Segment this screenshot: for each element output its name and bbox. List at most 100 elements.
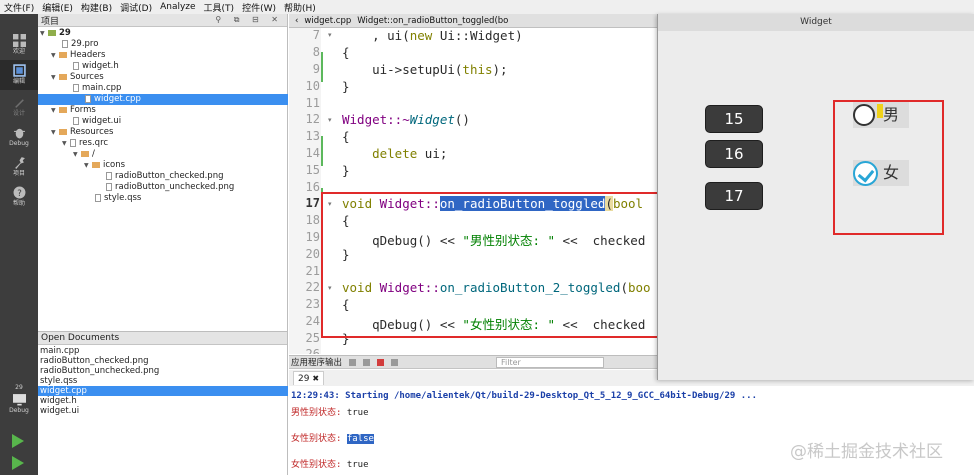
tree-item-file[interactable]: widget.ui [73,116,121,127]
output-tab[interactable]: 29 ✖ [293,371,325,385]
open-document-item[interactable]: widget.ui [40,406,79,416]
monitor-icon [12,394,26,406]
change-marker [321,136,323,166]
line-number: 13 [305,129,320,143]
output-pane-header: 应用程序输出 Filter [289,355,657,369]
editor-file-tab[interactable]: widget.cpp [304,16,351,26]
mode-label: 帮助 [12,200,25,207]
run-icon[interactable] [12,434,24,448]
open-document-item[interactable]: radioButton_unchecked.png [40,366,159,376]
output-pane-title: 应用程序输出 [291,358,343,368]
bug-icon [13,128,25,139]
open-document-item-selected[interactable]: widget.cpp [38,386,288,396]
line-number: 15 [305,163,320,177]
open-documents-title: Open Documents [41,333,120,343]
output-line-selected: 女性别状态: false [291,434,374,444]
menu-analyze[interactable]: Analyze [160,2,195,12]
code-editor[interactable]: 7 8 9 10 11 12 13 14 15 16 17 18 19 20 2… [289,28,657,354]
mode-label: Debug [9,140,29,147]
mode-label: 编辑 [12,78,25,85]
annotation-box-radios [833,100,944,235]
mode-design[interactable]: 设计 [0,92,38,122]
widget-window: Widget 15 16 17 男 女 [657,14,974,380]
code-line: delete ui; [372,146,448,161]
line-number: 11 [305,96,320,110]
line-number: 8 [312,45,320,59]
tree-item-file[interactable]: widget.h [73,61,119,72]
open-document-item[interactable]: radioButton_checked.png [40,356,148,366]
project-panel: 项目 ⚲ ⧉ ⊟ ✕ ▼ 29 29.pro ▼ Headers widget.h … [38,14,288,331]
fold-marker-icon[interactable]: ▾ [328,116,332,124]
tree-item-folder[interactable]: ▼ / [73,149,95,160]
menu-build[interactable]: 构建(B) [81,1,112,14]
editor-symbol-tab[interactable]: Widget::on_radioButton_toggled(bo [357,16,508,26]
number-button-17[interactable]: 17 [705,182,763,210]
tree-item-folder[interactable]: ▼ Sources [51,72,104,83]
menu-controls[interactable]: 控件(W) [242,1,276,14]
number-button-15[interactable]: 15 [705,105,763,133]
clear-icon[interactable] [349,358,357,366]
code-line: Widget::~Widget() [342,112,470,127]
tree-item-folder[interactable]: ▼ Headers [51,50,105,61]
open-documents-header: Open Documents [38,332,287,345]
line-number: 14 [305,146,320,160]
help-icon: ? [13,186,25,199]
attach-icon[interactable] [391,358,399,366]
debug-run-icon[interactable] [12,456,24,470]
menu-bar: 文件(F) 编辑(E) 构建(B) 调试(D) Analyze 工具(T) 控件… [0,0,974,14]
kit-label: Debug [9,407,29,414]
open-document-item[interactable]: main.cpp [40,346,79,356]
project-panel-header: 项目 ⚲ ⧉ ⊟ ✕ [38,14,287,27]
tree-item-file-selected[interactable]: widget.cpp [38,94,288,105]
rerun-icon[interactable] [363,358,371,366]
mode-label: 项目 [12,170,25,177]
line-number: 25 [305,331,320,345]
tree-item-file[interactable]: radioButton_unchecked.png [106,182,234,193]
open-document-item[interactable]: widget.h [40,396,77,406]
panel-toolbar-icons[interactable]: ⚲ ⧉ ⊟ ✕ [215,15,283,25]
menu-help[interactable]: 帮助(H) [284,1,316,14]
mode-debug[interactable]: Debug [0,122,38,152]
code-line: } [342,163,350,178]
line-number: 21 [305,264,320,278]
stop-icon[interactable] [377,358,385,366]
menu-file[interactable]: 文件(F) [4,1,34,14]
fold-marker-icon[interactable]: ▾ [328,31,332,39]
nav-back-icon[interactable]: ‹ [295,16,298,26]
tree-item-file[interactable]: 29.pro [62,39,98,50]
tree-item-folder[interactable]: ▼ Forms [51,105,96,116]
line-number: 16 [305,180,320,194]
tree-item-folder[interactable]: ▼ Resources [51,127,113,138]
mode-help[interactable]: ? 帮助 [0,182,38,212]
tree-item-folder[interactable]: ▼ icons [84,160,125,171]
widget-window-title[interactable]: Widget [658,14,974,31]
line-number: 7 [312,28,320,42]
close-icon[interactable]: ✖ [312,374,319,383]
tree-item-file[interactable]: ▼ res.qrc [62,138,108,149]
edit-icon [12,64,26,77]
tree-item-project[interactable]: ▼ 29 [40,28,71,39]
output-filter-input[interactable]: Filter [496,357,604,368]
mode-edit[interactable]: 编辑 [0,60,38,90]
menu-debug[interactable]: 调试(D) [120,1,152,14]
line-number: 10 [305,79,320,93]
menu-edit[interactable]: 编辑(E) [42,1,73,14]
tree-item-file[interactable]: style.qss [95,193,141,204]
open-documents-panel: Open Documents main.cpp radioButton_chec… [38,331,288,475]
mode-welcome[interactable]: 欢迎 [0,30,38,60]
pen-icon [14,99,24,108]
tree-item-file[interactable]: radioButton_checked.png [106,171,223,182]
menu-tools[interactable]: 工具(T) [204,1,235,14]
output-line: 女性别状态: true [291,460,369,470]
line-number: 20 [305,247,320,261]
open-document-item[interactable]: style.qss [40,376,77,386]
number-button-16[interactable]: 16 [705,140,763,168]
line-number: 19 [305,230,320,244]
kit-selector[interactable]: 29 Debug [0,380,38,424]
grid-icon [12,34,26,47]
change-marker [321,52,323,82]
svg-text:?: ? [17,189,22,199]
tree-item-file[interactable]: main.cpp [73,83,121,94]
mode-projects[interactable]: 项目 [0,152,38,182]
mode-label: 设计 [12,110,25,117]
